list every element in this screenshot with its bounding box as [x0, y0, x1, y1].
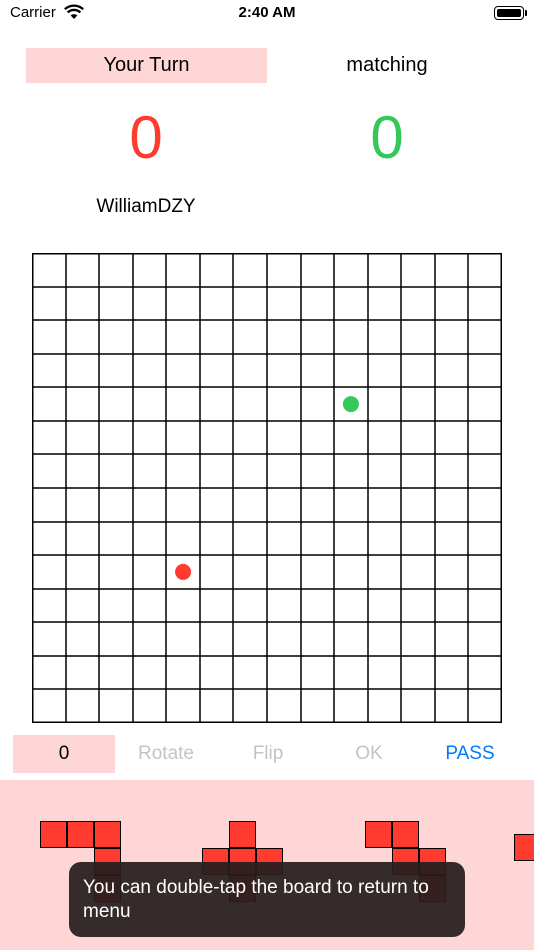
player-name: WilliamDZY	[96, 196, 196, 217]
piece-cell	[365, 821, 392, 848]
start-marker	[175, 563, 192, 580]
piece-cell	[229, 821, 256, 848]
turn-indicator: Your Turn	[26, 48, 267, 83]
player-score: 0	[129, 104, 163, 171]
piece-cell	[514, 834, 534, 861]
status-time: 2:40 AM	[238, 4, 296, 21]
piece-cell	[40, 821, 67, 848]
piece-cell	[392, 821, 419, 848]
opponent-status: matching	[346, 54, 428, 76]
piece-count: 0	[13, 735, 115, 773]
piece-cell	[94, 821, 121, 848]
toast-message: You can double-tap the board to return t…	[69, 862, 465, 937]
rotate-button[interactable]: Rotate	[115, 735, 217, 773]
battery-icon	[494, 6, 524, 20]
start-marker	[342, 396, 359, 413]
game-board[interactable]	[32, 253, 502, 723]
pass-button[interactable]: PASS	[419, 735, 521, 773]
flip-button[interactable]: Flip	[217, 735, 319, 773]
opponent-score: 0	[370, 104, 404, 171]
ok-button[interactable]: OK	[318, 735, 420, 773]
battery-tip	[525, 10, 527, 16]
piece-cell	[67, 821, 94, 848]
